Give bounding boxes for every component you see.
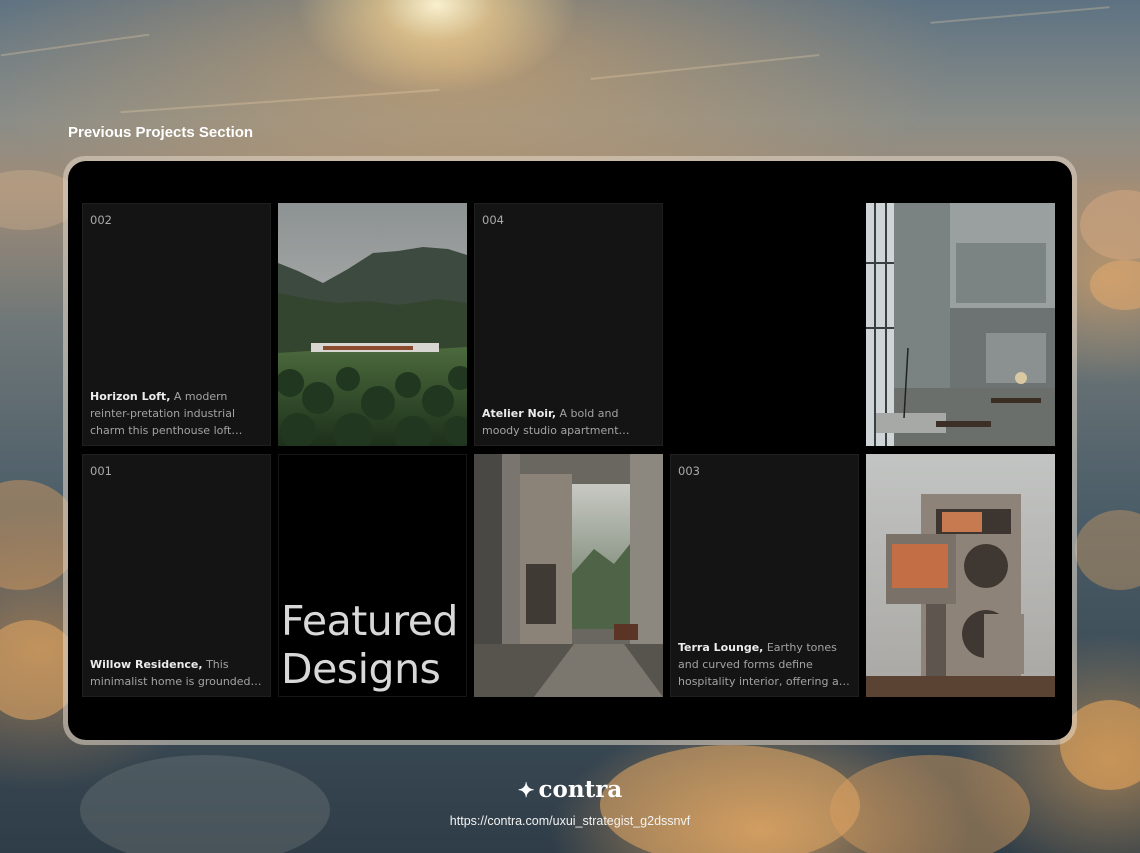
project-card-004[interactable]: 004 Atelier Noir, A bold and moody studi… [474,203,663,446]
projects-frame: 002 Horizon Loft, A modern reinter-preta… [63,156,1077,745]
concrete-loft-photo[interactable] [866,203,1055,446]
cloud [1090,260,1140,310]
project-card-002[interactable]: 002 Horizon Loft, A modern reinter-preta… [82,203,271,446]
featured-line-2: Designs [281,645,441,693]
window-valley-photo[interactable] [474,454,663,697]
project-number: 001 [90,464,112,478]
project-description: Terra Lounge, Earthy tones and curved fo… [678,639,852,690]
project-description: Atelier Noir, A bold and moody studio ap… [482,405,656,439]
project-description: Horizon Loft, A modern reinter-pretation… [90,388,264,439]
project-name: Terra Lounge, [678,641,764,654]
project-number: 004 [482,213,504,227]
contra-logo[interactable]: ✦ contra [0,776,1140,803]
profile-url[interactable]: https://contra.com/uxui_strategist_g2dss… [0,814,1140,828]
sky-streak [120,88,440,114]
project-name: Willow Residence, [90,658,203,671]
projects-panel: 002 Horizon Loft, A modern reinter-preta… [68,161,1072,740]
sky-streak [0,33,150,57]
project-name: Atelier Noir, [482,407,557,420]
section-title: Previous Projects Section [68,124,254,141]
project-description: Willow Residence, This minimalist home i… [90,656,264,690]
cloud [80,755,330,853]
sky-streak [590,53,820,81]
project-card-001[interactable]: 001 Willow Residence, This minimalist ho… [82,454,271,697]
project-number: 002 [90,213,112,227]
sky-streak [930,6,1110,24]
featured-line-1: Featured [281,597,458,645]
project-card-003[interactable]: 003 Terra Lounge, Earthy tones and curve… [670,454,859,697]
contra-star-icon: ✦ [517,778,535,802]
project-number: 003 [678,464,700,478]
concrete-house-photo[interactable] [866,454,1055,697]
project-name: Horizon Loft, [90,390,171,403]
featured-designs-tile: Featured Designs [278,454,467,697]
cloud [830,755,1030,853]
featured-heading: Featured Designs [281,597,458,693]
mountain-house-photo[interactable] [278,203,467,446]
logo-text: contra [538,776,623,803]
cloud [1080,190,1140,260]
cloud [1075,510,1140,590]
